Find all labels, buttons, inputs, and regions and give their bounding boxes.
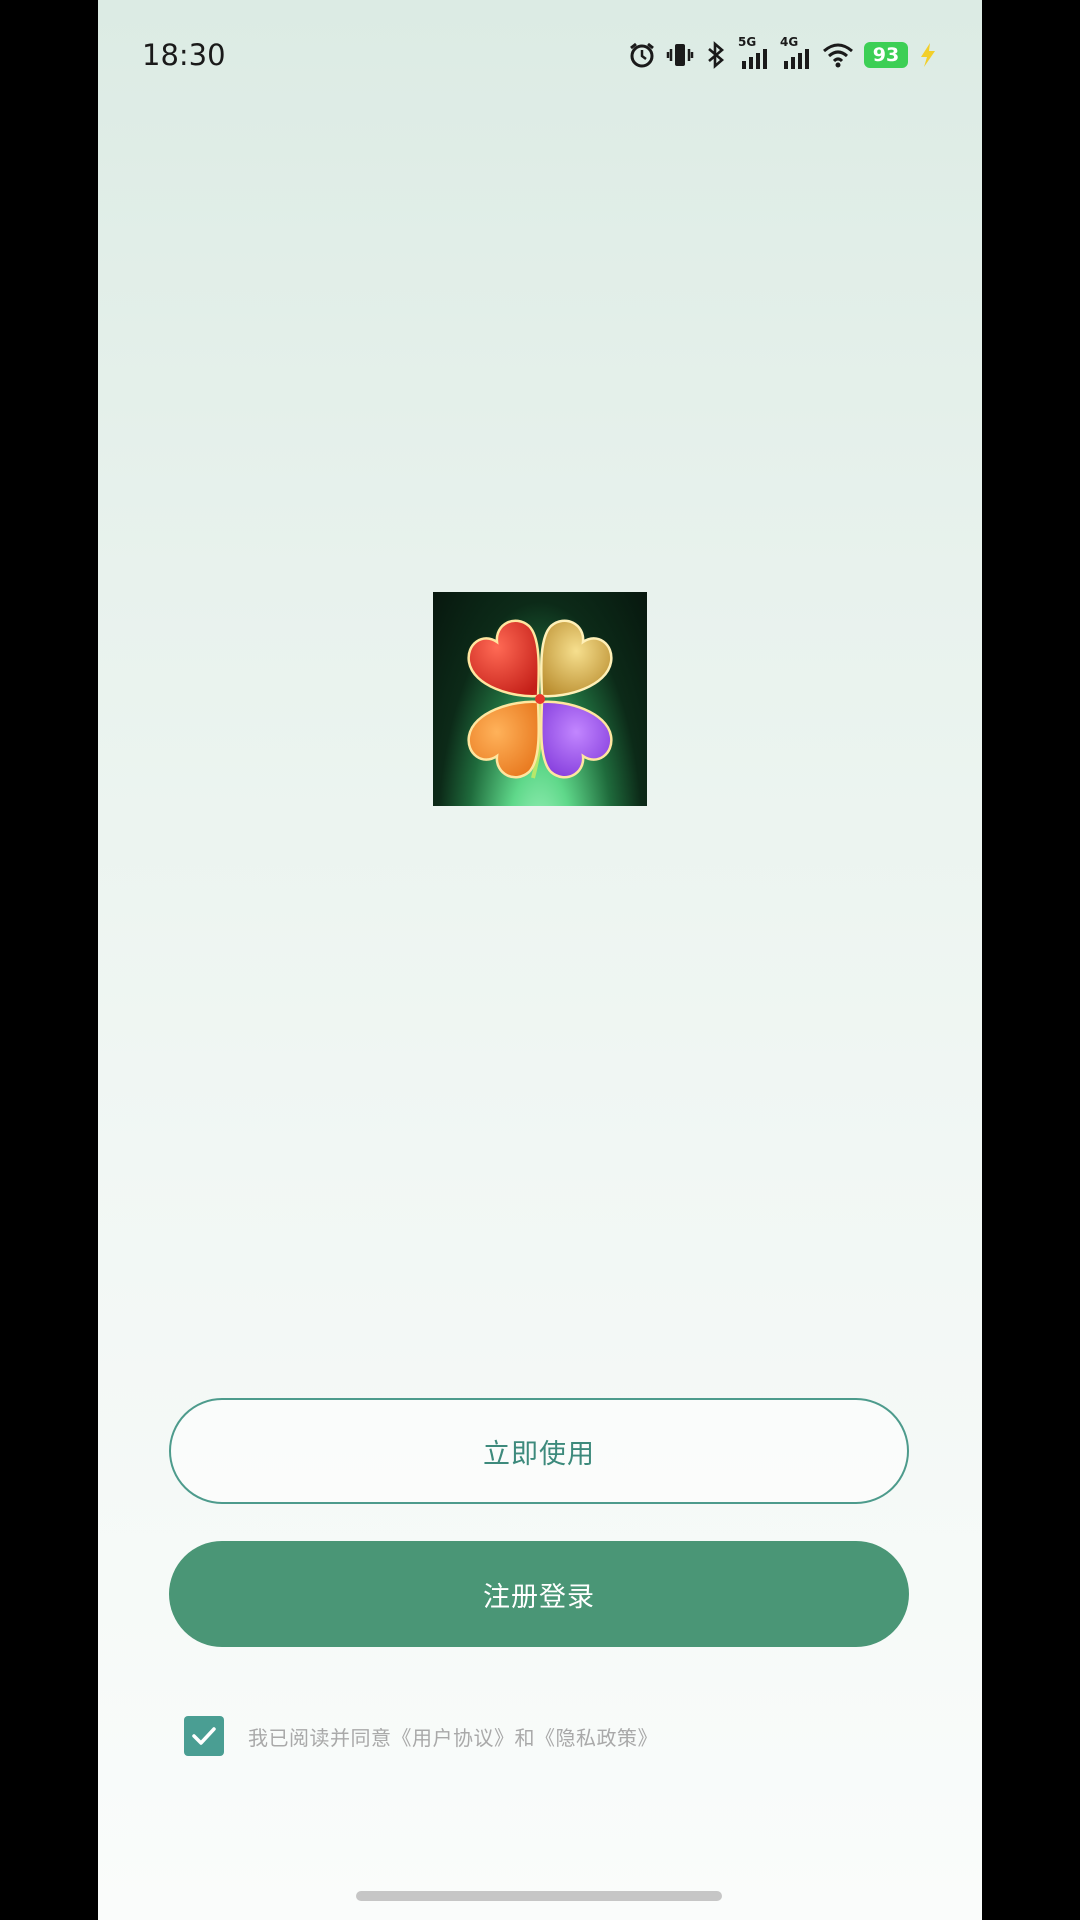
register-login-label: 注册登录 (483, 1581, 595, 1613)
signal-4g-icon: 4G (780, 35, 812, 71)
use-now-button[interactable]: 立即使用 (169, 1398, 909, 1504)
battery-icon: 93 (864, 42, 908, 68)
agreement-row: 我已阅读并同意《用户协议》和《隐私政策》 (184, 1716, 658, 1756)
battery-level: 93 (872, 44, 900, 66)
use-now-label: 立即使用 (483, 1438, 595, 1470)
status-icons: 5G 4G 93 (628, 35, 938, 72)
status-bar: 18:30 5G 4G 93 (98, 0, 982, 110)
wifi-icon (822, 41, 854, 69)
signal-5g-icon: 5G (738, 35, 770, 71)
status-time: 18:30 (142, 38, 226, 72)
vibrate-icon (666, 41, 694, 69)
agreement-checkbox[interactable] (184, 1716, 224, 1756)
agreement-text[interactable]: 我已阅读并同意《用户协议》和《隐私政策》 (248, 1722, 658, 1751)
register-login-button[interactable]: 注册登录 (169, 1541, 909, 1647)
checkmark-icon (192, 1727, 216, 1745)
bluetooth-icon (704, 41, 728, 69)
home-indicator[interactable] (356, 1891, 722, 1901)
app-screen: 18:30 5G 4G 93 立即使用 注册登录 我已阅读并同意《用户协议》和《… (98, 0, 982, 1920)
charging-icon (918, 41, 938, 69)
four-leaf-clover-icon (433, 592, 647, 806)
alarm-icon (628, 41, 656, 69)
